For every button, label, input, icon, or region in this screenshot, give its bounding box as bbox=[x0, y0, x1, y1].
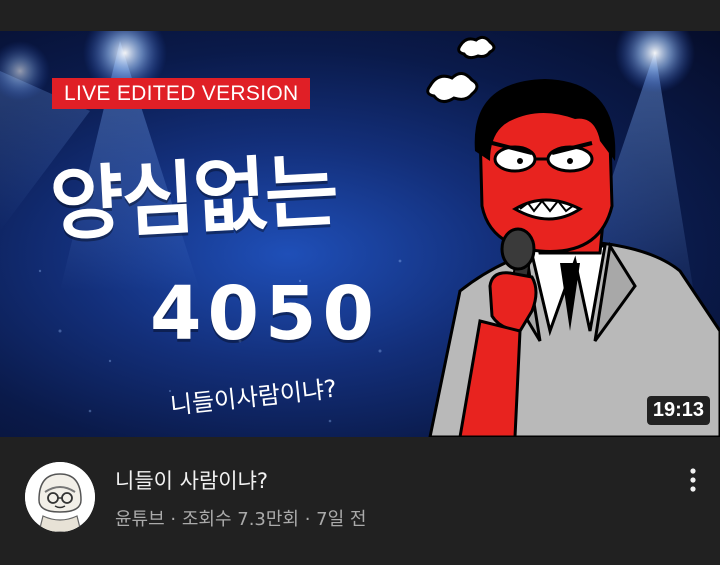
top-bar bbox=[0, 0, 720, 31]
video-title[interactable]: 니들이 사람이냐? bbox=[115, 465, 268, 495]
channel-avatar[interactable] bbox=[25, 462, 95, 532]
cartoon-singer-illustration bbox=[426, 35, 720, 437]
live-edited-badge: LIVE EDITED VERSION bbox=[52, 78, 311, 109]
video-meta-row: 니들이 사람이냐? 윤튜브 · 조회수 7.3만회 · 7일 전 bbox=[0, 437, 720, 565]
more-vertical-icon[interactable] bbox=[680, 465, 706, 495]
video-duration-badge: 19:13 bbox=[646, 396, 710, 425]
video-thumbnail[interactable]: LIVE EDITED VERSION 양심없는 4050 니들이사람이냐? 1… bbox=[0, 31, 720, 437]
thumbnail-title-line1: 양심없는 bbox=[47, 144, 339, 252]
thumbnail-title-line2: 4050 bbox=[150, 271, 380, 357]
avatar-face-icon bbox=[25, 462, 95, 532]
video-channel-views-age: 윤튜브 · 조회수 7.3만회 · 7일 전 bbox=[115, 509, 367, 530]
